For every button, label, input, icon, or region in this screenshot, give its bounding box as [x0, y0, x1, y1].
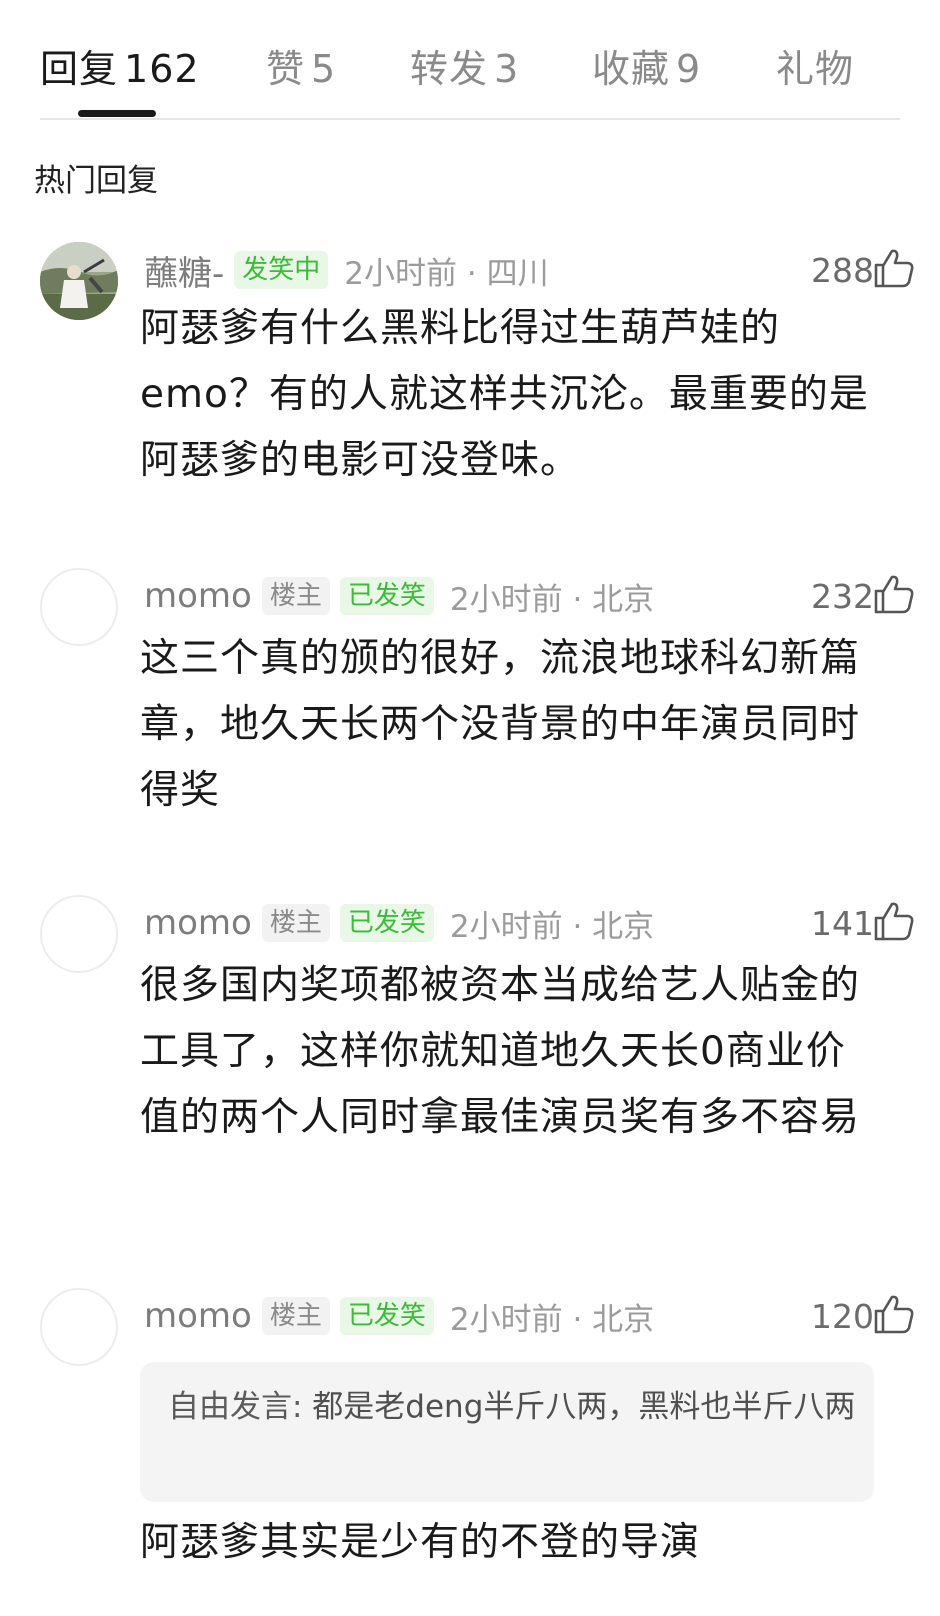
- tab-likes[interactable]: 赞5: [266, 38, 336, 93]
- tab-gifts[interactable]: 礼物: [776, 38, 860, 93]
- avatar[interactable]: [40, 242, 118, 320]
- section-title: 热门回复: [34, 163, 158, 199]
- active-tab-indicator: [78, 110, 156, 117]
- quoted-reply-text: 自由发言: 都是老deng半斤八两，黑料也半斤八两: [168, 1382, 858, 1433]
- tab-count: 9: [676, 47, 702, 91]
- username[interactable]: momo: [144, 576, 252, 616]
- comment-text: 这三个真的颁的很好，流浪地球科幻新篇章，地久天长两个没背景的中年演员同时得奖: [140, 636, 861, 813]
- username[interactable]: 蘸糖-: [144, 246, 224, 295]
- host-badge: 楼主: [261, 904, 330, 942]
- comment-text: 很多国内奖项都被资本当成给艺人贴金的工具了，这样你就知道地久天长0商业价值的两个…: [140, 963, 861, 1140]
- tab-favorites[interactable]: 收藏 9: [592, 38, 701, 93]
- thumbs-up-icon[interactable]: [872, 572, 916, 616]
- tab-label: 回复: [40, 47, 119, 91]
- quoted-author[interactable]: 自由发言:: [168, 1389, 302, 1425]
- like-count: 288: [811, 250, 874, 290]
- tab-label: 收藏: [592, 47, 671, 91]
- tab-count: 5: [311, 47, 337, 91]
- like-count: 120: [811, 1296, 874, 1336]
- status-badge: 已发笑: [339, 904, 434, 942]
- host-badge: 楼主: [261, 1297, 330, 1335]
- status-badge: 发笑中: [234, 251, 329, 289]
- time-location: 2小时前 · 四川: [344, 255, 549, 292]
- avatar[interactable]: [40, 568, 118, 646]
- thumbs-up-icon[interactable]: [872, 246, 916, 290]
- comment-meta: 蘸糖- 发笑中 2小时前 · 四川: [144, 246, 549, 295]
- avatar[interactable]: [40, 1288, 118, 1366]
- tab-count: 162: [124, 47, 200, 91]
- thumbs-up-icon[interactable]: [872, 1292, 916, 1336]
- username[interactable]: momo: [144, 1296, 252, 1336]
- status-badge: 已发笑: [339, 577, 434, 615]
- avatar[interactable]: [40, 895, 118, 973]
- time-location: 2小时前 · 北京: [449, 908, 655, 945]
- comment-meta: momo 楼主 已发笑 2小时前 · 北京: [144, 901, 654, 945]
- tab-count: 3: [494, 47, 520, 91]
- comment-meta: momo 楼主 已发笑 2小时前 · 北京: [144, 574, 654, 618]
- time-location: 2小时前 · 北京: [449, 581, 655, 618]
- tab-label: 礼物: [776, 47, 855, 91]
- time-location: 2小时前 · 北京: [449, 1301, 655, 1338]
- like-count: 232: [811, 576, 874, 616]
- tab-bar: 回复 162 赞5 转发 3 收藏 9 礼物: [0, 0, 940, 120]
- tab-label: 转发: [410, 47, 489, 91]
- host-badge: 楼主: [261, 577, 330, 615]
- tab-reposts[interactable]: 转发 3: [410, 38, 519, 93]
- tab-label: 赞: [266, 47, 306, 91]
- like-count: 141: [811, 903, 874, 943]
- quoted-reply[interactable]: 自由发言: 都是老deng半斤八两，黑料也半斤八两: [140, 1362, 874, 1502]
- comment-meta: momo 楼主 已发笑 2小时前 · 北京: [144, 1294, 654, 1338]
- comment-text: 阿瑟爹有什么黑料比得过生葫芦娃的emo？有的人就这样共沉沦。最重要的是阿瑟爹的电…: [140, 306, 869, 483]
- thumbs-up-icon[interactable]: [872, 899, 916, 943]
- comment-text: 阿瑟爹其实是少有的不登的导演: [140, 1520, 701, 1565]
- quoted-content: 都是老deng半斤八两，黑料也半斤八两: [302, 1389, 856, 1425]
- username[interactable]: momo: [144, 903, 252, 943]
- tab-replies[interactable]: 回复 162: [40, 38, 200, 93]
- divider: [40, 118, 900, 120]
- status-badge: 已发笑: [339, 1297, 434, 1335]
